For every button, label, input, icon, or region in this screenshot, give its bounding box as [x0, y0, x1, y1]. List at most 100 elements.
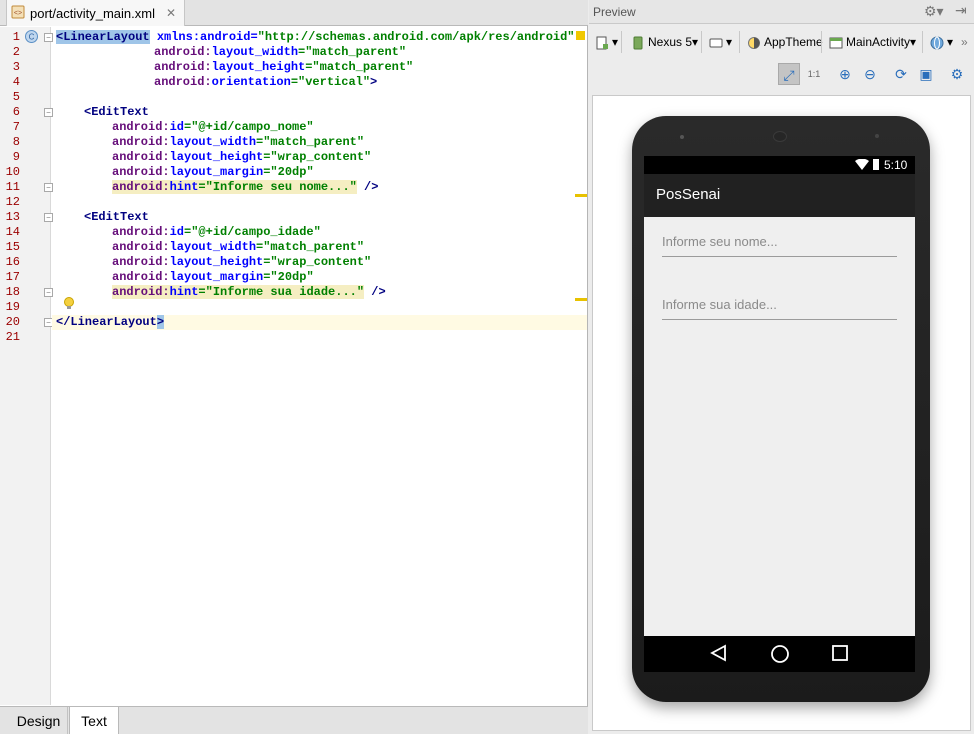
preview-title: Preview	[593, 5, 636, 19]
battery-icon	[873, 159, 879, 170]
xml-editor[interactable]: <> port/activity_main.xml ✕ 1 2 3 4 5 6 …	[0, 0, 588, 734]
line-number: 10	[5, 165, 20, 179]
sensor-icon	[875, 134, 879, 138]
globe-icon	[930, 36, 944, 50]
activity-label: MainActivity	[846, 35, 911, 49]
line-number: 21	[5, 330, 20, 344]
line-number: 13	[5, 210, 20, 224]
code-line-7: android:id="@+id/campo_nome"	[112, 120, 314, 134]
class-gutter-icon[interactable]: C	[25, 30, 38, 46]
home-icon[interactable]	[770, 644, 790, 667]
code-line-15: android:layout_width="match_parent"	[112, 240, 365, 254]
line-number: 11	[5, 180, 20, 194]
theme-dropdown[interactable]: AppTheme	[747, 32, 823, 52]
wifi-icon	[855, 158, 869, 173]
code-line-10: android:layout_margin="20dp"	[112, 165, 314, 179]
zoom-in-icon[interactable]: ⊕	[834, 63, 856, 85]
code-line-14: android:id="@+id/campo_idade"	[112, 225, 321, 239]
theme-label: AppTheme	[764, 35, 823, 49]
tab-design[interactable]: Design	[10, 707, 68, 734]
recents-icon[interactable]	[831, 644, 849, 665]
close-tab-icon[interactable]: ✕	[166, 6, 176, 20]
code-line-20: </LinearLayout>	[56, 315, 165, 329]
line-number: 3	[12, 60, 20, 74]
preview-zoom-toolbar: ⤢ 1:1 ⊕ ⊖ ⟳ ▣ ⚙	[589, 58, 974, 90]
code-line-2: android:layout_width="match_parent"	[154, 45, 407, 59]
line-number-gutter: 1 2 3 4 5 6 7 8 9 10 11 12 13 14 15 16 1…	[0, 27, 53, 705]
line-number: 4	[12, 75, 20, 89]
navigation-bar	[644, 636, 915, 672]
more-arrow-icon[interactable]: »	[961, 32, 968, 52]
code-line-8: android:layout_width="match_parent"	[112, 135, 365, 149]
lightbulb-icon[interactable]	[63, 297, 75, 315]
activity-dropdown[interactable]: MainActivity▾	[829, 32, 916, 52]
campo-idade-input[interactable]: Informe sua idade...	[662, 294, 897, 320]
device-frame-dropdown[interactable]: ▾	[595, 32, 618, 52]
svg-text:<>: <>	[14, 10, 22, 17]
screenshot-icon[interactable]: ▣	[915, 63, 937, 85]
device-dropdown[interactable]: Nexus 5▾	[631, 32, 698, 52]
code-line-11: android:hint="Informe seu nome..." />	[112, 180, 379, 194]
line-number: 16	[5, 255, 20, 269]
code-area[interactable]: <LinearLayout xmlns:android="http://sche…	[52, 27, 587, 705]
warning-stripe[interactable]	[575, 298, 587, 301]
theme-icon	[748, 36, 760, 49]
svg-text:C: C	[29, 33, 35, 42]
file-tab-label: port/activity_main.xml	[30, 5, 155, 21]
line-number: 15	[5, 240, 20, 254]
xml-file-icon: <>	[11, 5, 25, 22]
line-number: 2	[12, 45, 20, 59]
code-line-1: <LinearLayout xmlns:android="http://sche…	[56, 30, 575, 44]
gear-icon[interactable]: ⚙▾	[924, 3, 944, 20]
code-line-13: <EditText	[84, 210, 149, 224]
tab-text[interactable]: Text	[69, 707, 119, 734]
locale-dropdown[interactable]: ▾	[930, 32, 953, 52]
code-line-9: android:layout_height="wrap_content"	[112, 150, 372, 164]
line-number: 9	[12, 150, 20, 164]
front-camera-icon	[680, 135, 684, 139]
line-number: 20	[5, 315, 20, 329]
app-title: PosSenai	[656, 186, 721, 203]
actual-size-icon[interactable]: 1:1	[803, 63, 825, 85]
back-icon[interactable]	[710, 644, 728, 665]
zoom-to-fit-icon[interactable]: ⤢	[778, 63, 800, 85]
code-line-3: android:layout_height="match_parent"	[154, 60, 414, 74]
line-number: 6	[12, 105, 20, 119]
device-screen-icon	[596, 36, 608, 50]
preview-toolbar: ▾ Nexus 5▾ ▾ AppTheme MainActivity▾ ▾ »	[589, 25, 974, 58]
preview-header: Preview ⚙▾ ⇥	[589, 0, 974, 24]
code-line-18: android:hint="Informe sua idade..." />	[112, 285, 386, 299]
phone-icon	[633, 36, 643, 50]
line-number: 12	[5, 195, 20, 209]
line-number: 14	[5, 225, 20, 239]
editor-mode-tabs: Design Text	[0, 706, 588, 734]
rotate-device-icon	[709, 38, 723, 48]
device-label: Nexus 5	[648, 35, 693, 49]
earpiece-icon	[773, 131, 787, 142]
line-number: 1	[12, 30, 20, 44]
code-line-17: android:layout_margin="20dp"	[112, 270, 314, 284]
line-number: 7	[12, 120, 20, 134]
activity-icon	[829, 37, 843, 49]
line-number: 17	[5, 270, 20, 284]
line-number: 5	[12, 90, 20, 104]
line-number: 8	[12, 135, 20, 149]
nexus-phone-frame: 5:10 PosSenai Informe seu nome... Inform…	[632, 116, 930, 702]
file-tab-activity-main[interactable]: <> port/activity_main.xml ✕	[6, 0, 186, 26]
phone-screen: 5:10 PosSenai Informe seu nome... Inform…	[644, 156, 915, 636]
code-line-6: <EditText	[84, 105, 149, 119]
pin-icon[interactable]: ⇥	[955, 2, 967, 19]
refresh-icon[interactable]: ⟳	[890, 63, 912, 85]
status-time: 5:10	[884, 158, 908, 172]
warning-stripe[interactable]	[575, 194, 587, 197]
status-bar: 5:10	[644, 156, 915, 174]
code-line-4: android:orientation="vertical">	[154, 75, 378, 89]
warning-status-marker[interactable]	[576, 31, 585, 40]
code-line-16: android:layout_height="wrap_content"	[112, 255, 372, 269]
campo-nome-input[interactable]: Informe seu nome...	[662, 231, 897, 257]
orientation-dropdown[interactable]: ▾	[709, 32, 732, 52]
editor-tab-bar: <> port/activity_main.xml ✕	[0, 0, 588, 26]
zoom-out-icon[interactable]: ⊖	[859, 63, 881, 85]
preview-canvas[interactable]: 5:10 PosSenai Informe seu nome... Inform…	[592, 95, 971, 731]
settings-gear-icon[interactable]: ⚙	[946, 63, 968, 85]
